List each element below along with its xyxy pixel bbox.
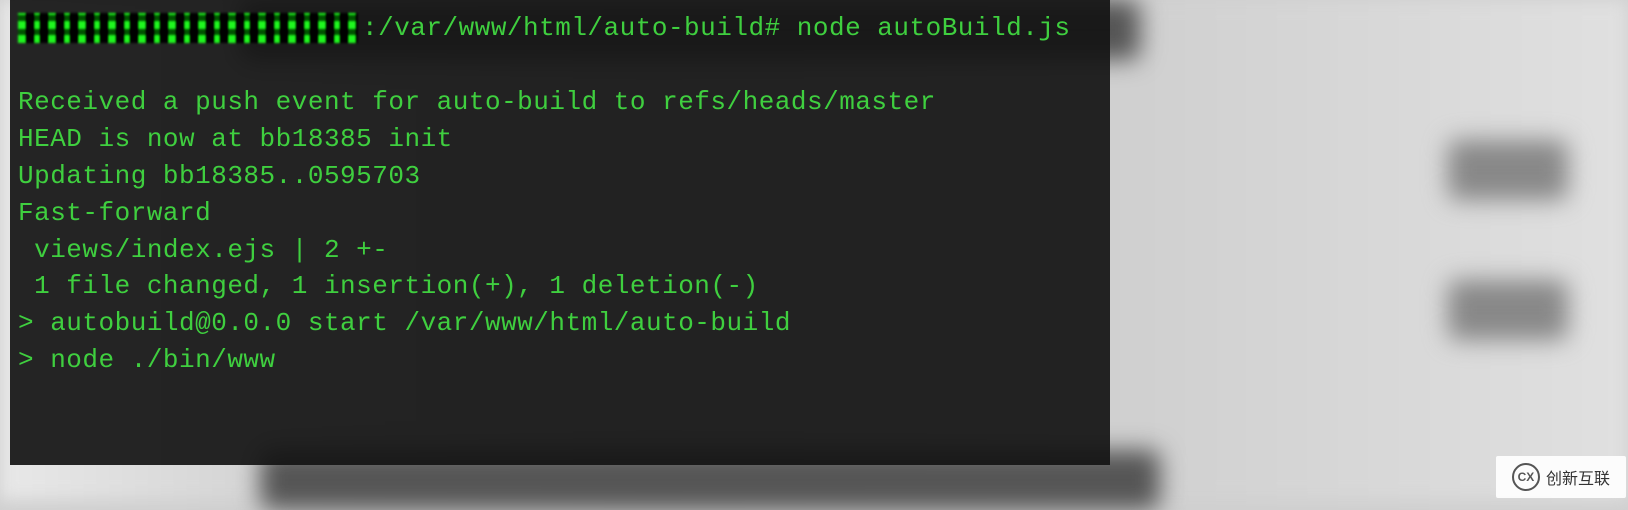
terminal-output-line: Updating bb18385..0595703 <box>18 158 1102 195</box>
prompt-path: :/var/www/html/auto-build# <box>362 10 781 47</box>
prompt-command: node autoBuild.js <box>781 10 1071 47</box>
terminal-output-line: > autobuild@0.0.0 start /var/www/html/au… <box>18 305 1102 342</box>
watermark-badge: CX 创新互联 <box>1496 456 1626 498</box>
terminal-output-line: > node ./bin/www <box>18 342 1102 379</box>
watermark-text: 创新互联 <box>1546 465 1610 489</box>
terminal-output-line: views/index.ejs | 2 +- <box>18 232 1102 269</box>
terminal-output-line: Fast-forward <box>18 195 1102 232</box>
terminal-window[interactable]: :/var/www/html/auto-build# node autoBuil… <box>10 0 1110 465</box>
watermark-logo-icon: CX <box>1512 463 1540 491</box>
terminal-prompt-line: :/var/www/html/auto-build# node autoBuil… <box>18 10 1102 47</box>
censored-hostname <box>18 13 358 43</box>
terminal-empty-line <box>18 47 1102 84</box>
terminal-output-line: 1 file changed, 1 insertion(+), 1 deleti… <box>18 268 1102 305</box>
terminal-output-line: Received a push event for auto-build to … <box>18 84 1102 121</box>
blur-shape <box>1448 280 1568 340</box>
blur-shape <box>1448 140 1568 200</box>
terminal-output-line: HEAD is now at bb18385 init <box>18 121 1102 158</box>
